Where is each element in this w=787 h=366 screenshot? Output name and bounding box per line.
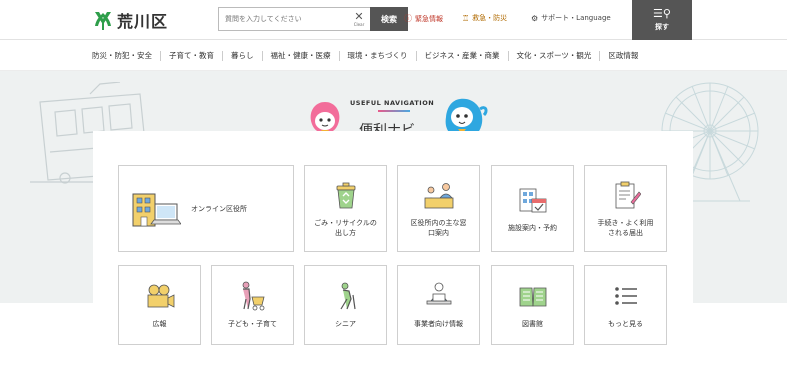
siren-icon: ♖	[462, 13, 470, 23]
search-input[interactable]	[218, 7, 348, 31]
clear-label: Clear	[353, 21, 365, 27]
tile-label: ごみ・リサイクルの 出し方	[314, 218, 377, 237]
nav-item-business[interactable]: ビジネス・産業・商業	[417, 50, 509, 61]
clipboard-icon	[615, 181, 641, 208]
gear-icon: ⚙	[531, 13, 539, 23]
online-office-icon	[132, 193, 181, 226]
tile-business-info[interactable]: 事業者向け情報	[397, 265, 480, 345]
tile-label: 事業者向け情報	[414, 320, 463, 328]
tile-label: オンライン区役所	[191, 204, 247, 213]
nav-item-welfare[interactable]: 福祉・健康・医療	[263, 50, 340, 61]
section-kicker: USEFUL NAVIGATION	[350, 99, 435, 107]
tile-label: 手続き・よく利用 される届出	[597, 218, 654, 237]
find-menu-button[interactable]: ☰⚲ 探す	[632, 0, 692, 40]
nav-item-government[interactable]: 区政情報	[600, 51, 646, 61]
support-link[interactable]: ⚙ サポート・Language	[531, 13, 611, 23]
facility-calendar-icon	[519, 188, 546, 212]
close-icon: ✕	[354, 9, 364, 23]
tile-senior[interactable]: シニア	[304, 265, 387, 345]
tile-see-more[interactable]: もっと見る	[584, 265, 667, 345]
arakawa-logo-icon	[95, 12, 111, 30]
emergency-link[interactable]: ⓘ 緊急情報	[404, 13, 443, 24]
nav-item-living[interactable]: 暮らし	[223, 50, 263, 61]
site-name: 荒川区	[117, 12, 169, 31]
tile-label: 広報	[152, 320, 167, 328]
search-button[interactable]: 検索	[370, 7, 408, 31]
tile-facility-reservation[interactable]: 施設案内・予約	[491, 165, 574, 252]
tile-garbage-recycling[interactable]: ごみ・リサイクルの 出し方	[304, 165, 387, 252]
find-label: 探す	[655, 23, 669, 31]
search-form: ✕ Clear 検索	[218, 7, 408, 31]
alert-circle-icon: ⓘ	[404, 14, 412, 23]
book-icon	[519, 287, 546, 307]
nav-item-culture[interactable]: 文化・スポーツ・観光	[509, 50, 601, 61]
reception-icon	[424, 182, 453, 208]
tile-label: 施設案内・予約	[508, 223, 557, 232]
rescue-label: 救急・防災	[472, 14, 508, 22]
tile-label: シニア	[335, 320, 356, 328]
search-clear-button[interactable]: ✕ Clear	[348, 7, 370, 31]
tile-label: 図書館	[522, 320, 543, 328]
category-nav: 防災・防犯・安全 子育て・教育 暮らし 福祉・健康・医療 環境・まちづくり ビジ…	[0, 41, 787, 71]
menu-search-icon: ☰⚲	[653, 7, 671, 20]
tile-online-office[interactable]: オンライン区役所	[118, 165, 294, 252]
site-header: 荒川区 ✕ Clear 検索 ⓘ 緊急情報 ♖ 救急・防災 ⚙ サポート・Lan…	[0, 0, 787, 40]
tile-library[interactable]: 図書館	[491, 265, 574, 345]
list-icon	[614, 287, 637, 305]
emergency-label: 緊急情報	[415, 14, 443, 23]
tile-procedures[interactable]: 手続き・よく利用 される届出	[584, 165, 667, 252]
tile-label: 子ども・子育て	[228, 320, 277, 328]
tile-public-relations[interactable]: 広報	[118, 265, 201, 345]
parent-stroller-icon	[242, 281, 265, 311]
support-label: サポート・Language	[541, 14, 611, 22]
site-logo[interactable]: 荒川区	[93, 8, 168, 32]
tile-children-parenting[interactable]: 子ども・子育て	[211, 265, 294, 345]
senior-icon	[339, 282, 356, 310]
nav-item-environment[interactable]: 環境・まちづくり	[340, 50, 417, 61]
recycle-bin-icon	[336, 182, 355, 208]
tile-label: もっと見る	[608, 320, 643, 328]
nav-item-childcare[interactable]: 子育て・教育	[161, 50, 223, 61]
tile-office-counters[interactable]: 区役所内の主な窓 口案内	[397, 165, 480, 252]
tile-label: 区役所内の主な窓 口案内	[410, 218, 467, 237]
business-person-icon	[426, 282, 451, 305]
kicker-underline	[378, 110, 410, 112]
nav-item-disaster[interactable]: 防災・防犯・安全	[92, 50, 161, 61]
rescue-link[interactable]: ♖ 救急・防災	[462, 13, 507, 23]
camera-icon	[147, 284, 174, 308]
